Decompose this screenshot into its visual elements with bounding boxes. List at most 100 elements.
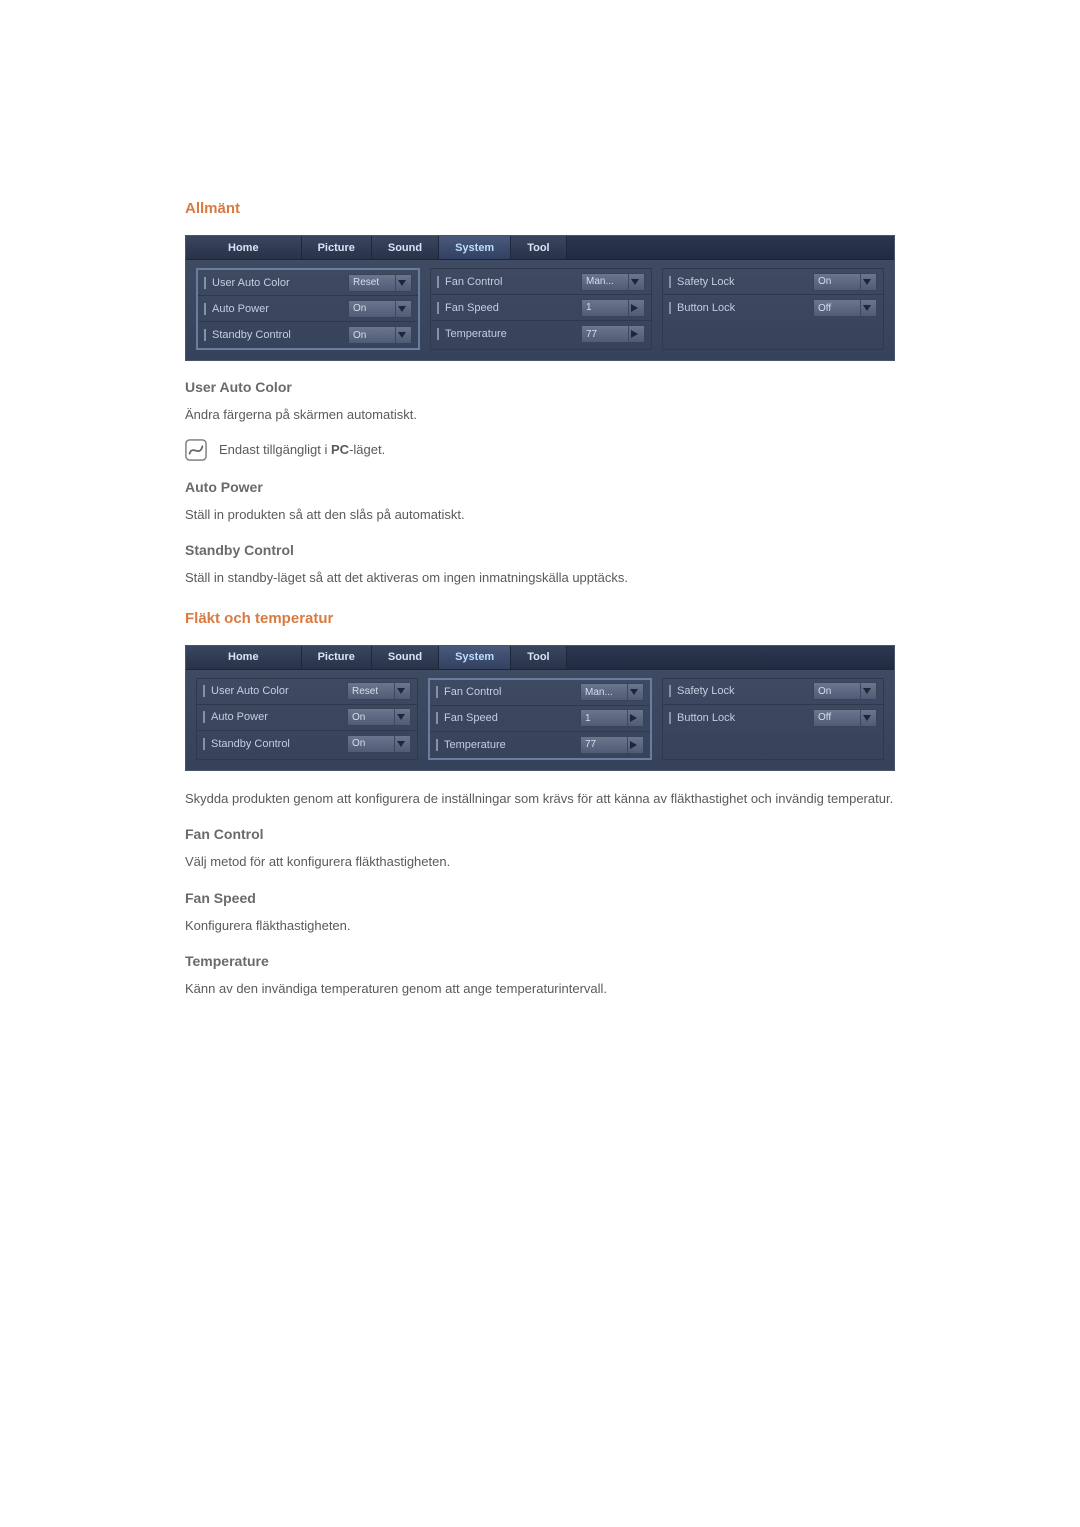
tab-tool[interactable]: Tool [511, 236, 566, 259]
panel-column: Fan Control Man... Fan Speed 1 Temperature 77 [430, 268, 652, 350]
note-row: Endast tillgängligt i PC-läget. [185, 439, 895, 461]
heading-auto-power: Auto Power [185, 479, 895, 495]
panel-row: Temperature 77 [431, 321, 651, 347]
chevron-down-icon [627, 684, 639, 700]
panel-row: Fan Speed 1 [430, 706, 650, 732]
value-dropdown[interactable]: Off [813, 299, 877, 317]
row-label: Fan Control [444, 686, 574, 698]
row-label: Temperature [445, 328, 575, 340]
tab-sound[interactable]: Sound [372, 646, 439, 669]
text-fan-speed: Konfigurera fläkthastigheten. [185, 916, 895, 936]
tab-tool[interactable]: Tool [511, 646, 566, 669]
chevron-down-icon [860, 300, 872, 316]
row-marker [204, 303, 206, 315]
value-dropdown[interactable]: On [348, 326, 412, 344]
chevron-down-icon [860, 274, 872, 290]
panel-row: Button Lock Off [663, 295, 883, 321]
value-dropdown[interactable]: On [347, 708, 411, 726]
row-marker [669, 276, 671, 288]
panel-row: Temperature77 [430, 732, 650, 758]
value-dropdown[interactable]: Man... [580, 683, 644, 701]
value-dropdown[interactable]: On [348, 300, 412, 318]
tab-sound[interactable]: Sound [372, 236, 439, 259]
heading-allmant: Allmänt [185, 200, 895, 217]
value-text: Reset [352, 686, 390, 697]
heading-flakt: Fläkt och temperatur [185, 610, 895, 627]
row-label: Safety Lock [677, 685, 807, 697]
row-label: Standby Control [211, 738, 341, 750]
value-text: On [818, 276, 856, 287]
panel-row: Fan Speed 1 [431, 295, 651, 321]
row-marker [203, 711, 205, 723]
panel-column: User Auto ColorResetAuto PowerOnStandby … [196, 268, 420, 350]
value-text: Off [818, 303, 856, 314]
panel-tabbar: HomePictureSoundSystemTool [186, 236, 894, 260]
tab-home[interactable]: Home [186, 236, 302, 259]
text-flakt-intro: Skydda produkten genom att konfigurera d… [185, 789, 895, 809]
text-auto-power: Ställ in produkten så att den slås på au… [185, 505, 895, 525]
text-standby-control: Ställ in standby-läget så att det aktive… [185, 568, 895, 588]
panel-row: Auto Power On [197, 705, 417, 731]
panel-row: Safety Lock On [663, 679, 883, 705]
row-marker [669, 712, 671, 724]
tab-picture[interactable]: Picture [302, 236, 372, 259]
value-stepper[interactable]: 1 [581, 299, 645, 317]
value-stepper[interactable]: 77 [580, 736, 644, 754]
chevron-down-icon [394, 683, 406, 699]
row-label: Button Lock [677, 302, 807, 314]
panel-row: Fan Control Man... [430, 680, 650, 706]
value-dropdown[interactable]: Off [813, 709, 877, 727]
note-icon [185, 439, 207, 461]
value-stepper[interactable]: 77 [581, 325, 645, 343]
value-text: On [352, 738, 390, 749]
chevron-down-icon [395, 301, 407, 317]
value-text: Man... [585, 687, 623, 698]
panel-column: User Auto Color Reset Auto Power On Standby … [196, 678, 418, 760]
row-marker [436, 739, 438, 751]
panel-row: Fan Control Man... [431, 269, 651, 295]
arrow-right-icon [627, 737, 639, 753]
value-dropdown[interactable]: On [813, 682, 877, 700]
row-marker [204, 277, 206, 289]
value-dropdown[interactable]: Man... [581, 273, 645, 291]
row-marker [437, 328, 439, 340]
heading-standby-control: Standby Control [185, 542, 895, 558]
panel-row: User Auto ColorReset [198, 270, 418, 296]
value-dropdown[interactable]: On [813, 273, 877, 291]
value-dropdown[interactable]: On [347, 735, 411, 753]
row-marker [437, 302, 439, 314]
arrow-right-icon [628, 326, 640, 342]
row-marker [436, 686, 438, 698]
text-user-auto-color: Ändra färgerna på skärmen automatiskt. [185, 405, 895, 425]
chevron-down-icon [860, 710, 872, 726]
value-text: Reset [353, 277, 391, 288]
text-temperature: Känn av den invändiga temperaturen genom… [185, 979, 895, 999]
row-label: Fan Speed [444, 712, 574, 724]
panel-row: Auto Power On [198, 296, 418, 322]
row-marker [204, 329, 206, 341]
row-label: Fan Control [445, 276, 575, 288]
row-label: User Auto Color [211, 685, 341, 697]
value-text: Man... [586, 276, 624, 287]
tab-system[interactable]: System [439, 236, 511, 259]
note-text: Endast tillgängligt i PC-läget. [219, 442, 385, 457]
value-dropdown[interactable]: Reset [348, 274, 412, 292]
value-text: 77 [586, 329, 624, 340]
panel-column: Safety Lock On Button Lock Off [662, 268, 884, 350]
row-label: Auto Power [212, 303, 342, 315]
tab-picture[interactable]: Picture [302, 646, 372, 669]
row-label: Fan Speed [445, 302, 575, 314]
row-label: Auto Power [211, 711, 341, 723]
text-fan-control: Välj metod för att konfigurera fläkthast… [185, 852, 895, 872]
heading-fan-speed: Fan Speed [185, 890, 895, 906]
row-label: Safety Lock [677, 276, 807, 288]
value-text: 1 [586, 302, 624, 313]
tab-home[interactable]: Home [186, 646, 302, 669]
value-text: On [353, 330, 391, 341]
value-dropdown[interactable]: Reset [347, 682, 411, 700]
panel-tabbar: HomePictureSoundSystemTool [186, 646, 894, 670]
chevron-down-icon [394, 709, 406, 725]
panel-row: Button LockOff [663, 705, 883, 731]
tab-system[interactable]: System [439, 646, 511, 669]
value-stepper[interactable]: 1 [580, 709, 644, 727]
